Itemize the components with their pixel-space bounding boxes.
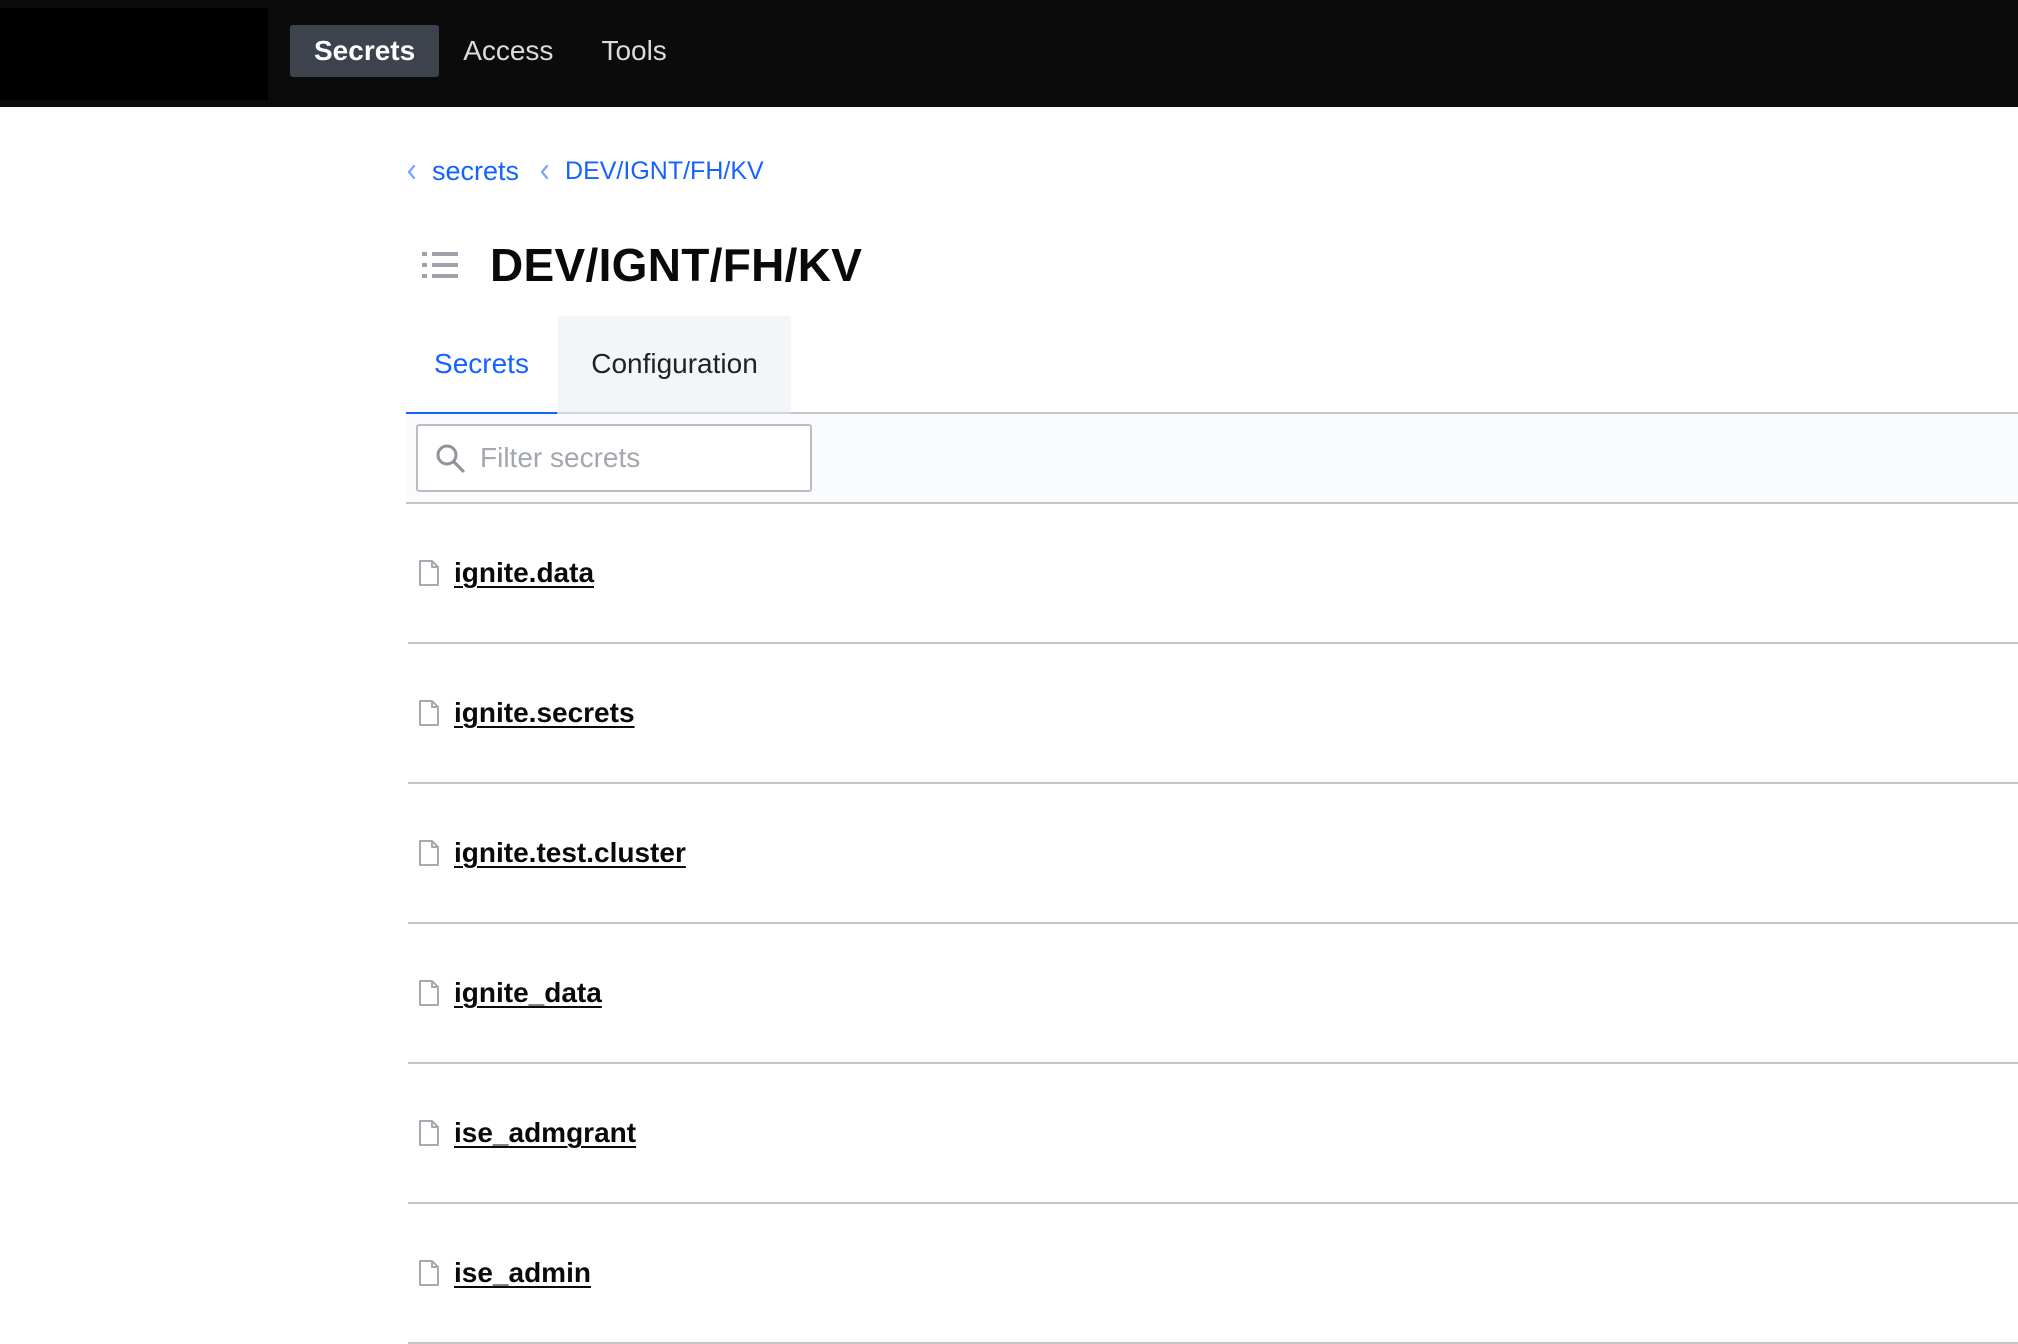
page-title: DEV/IGNT/FH/KV	[490, 239, 863, 291]
logo[interactable]	[0, 8, 268, 100]
secret-link[interactable]: ise_admgrant	[454, 1117, 636, 1149]
search-icon	[436, 444, 465, 473]
secret-link[interactable]: ignite.secrets	[454, 697, 635, 729]
list-item[interactable]: ignite.test.cluster	[408, 784, 2018, 924]
list-item[interactable]: ise_admgrant	[408, 1064, 2018, 1204]
file-icon	[419, 980, 439, 1006]
list-icon	[422, 252, 458, 278]
secret-link[interactable]: ignite.data	[454, 557, 594, 589]
file-icon	[419, 840, 439, 866]
nav-item-tools[interactable]: Tools	[577, 25, 690, 77]
breadcrumb-item-path[interactable]: DEV/IGNT/FH/KV	[539, 157, 764, 186]
list-item[interactable]: ignite.secrets	[408, 644, 2018, 784]
breadcrumb-label: DEV/IGNT/FH/KV	[565, 157, 764, 185]
breadcrumb-item-secrets[interactable]: secrets	[406, 156, 519, 187]
filter-secrets-input[interactable]	[478, 441, 798, 475]
tab-configuration[interactable]: Configuration	[558, 316, 791, 416]
secret-link[interactable]: ise_admin	[454, 1257, 591, 1289]
list-item[interactable]: ignite_data	[408, 924, 2018, 1064]
top-navigation-bar: Secrets Access Tools	[0, 0, 2018, 107]
main-nav: Secrets Access Tools	[290, 25, 691, 77]
chevron-left-icon	[407, 164, 416, 179]
file-icon	[419, 1260, 439, 1286]
nav-item-secrets[interactable]: Secrets	[290, 25, 440, 77]
file-icon	[419, 560, 439, 586]
list-toolbar	[406, 414, 2018, 504]
chevron-left-icon	[540, 164, 549, 179]
file-icon	[419, 1120, 439, 1146]
tab-bar: Secrets Configuration	[406, 316, 2018, 416]
breadcrumb-label: secrets	[432, 156, 520, 186]
page-header: DEV/IGNT/FH/KV	[420, 238, 862, 292]
breadcrumb: secrets DEV/IGNT/FH/KV	[406, 156, 784, 187]
nav-item-access[interactable]: Access	[439, 25, 577, 77]
list-item[interactable]: ise_admin	[408, 1204, 2018, 1344]
list-item[interactable]: ignite.data	[408, 504, 2018, 644]
secret-link[interactable]: ignite.test.cluster	[454, 837, 686, 869]
tab-secrets[interactable]: Secrets	[406, 316, 557, 416]
secret-list: ignite.data ignite.secrets ignite.test.c…	[408, 504, 2018, 1344]
filter-box[interactable]	[416, 424, 812, 492]
secret-link[interactable]: ignite_data	[454, 977, 602, 1009]
file-icon	[419, 700, 439, 726]
